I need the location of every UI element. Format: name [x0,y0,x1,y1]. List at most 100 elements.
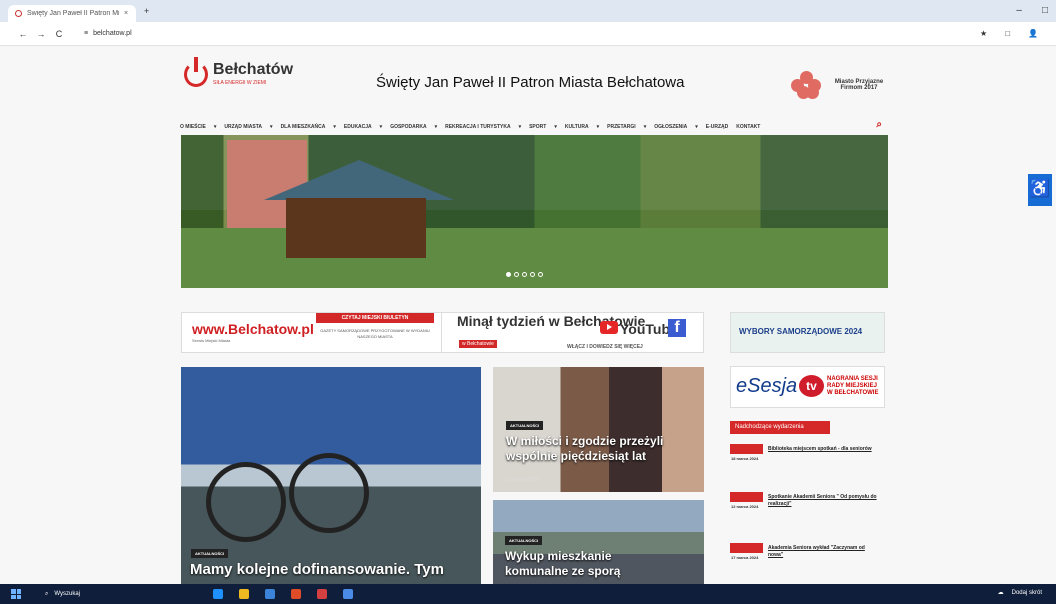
url-text: belchatow.pl [93,30,132,37]
windows-taskbar: ⌕ Wyszukaj ☁ Dodaj skrót [0,584,1056,604]
webpage: Bełchatów SIŁA ENERGII W ZIEMI Święty Ja… [0,46,1056,584]
belchatow-banner[interactable]: www.Belchatow.pl Serwis Miejski Miasta C… [181,312,444,353]
forward-button[interactable]: → [32,29,50,39]
event-item[interactable]: 17 marca 2024 Akademia Seniora wykład "Z… [730,538,885,578]
taskbar-search[interactable]: ⌕ Wyszukaj [45,591,80,598]
event-title[interactable]: Spotkanie Akademii Seniora " Od pomysłu … [768,494,881,508]
site-header: Bełchatów SIŁA ENERGII W ZIEMI Święty Ja… [180,46,888,130]
elections-banner[interactable]: WYBORY SAMORZĄDOWE 2024 [730,312,885,353]
nav-kontakt[interactable]: KONTAKT [736,124,760,130]
nav-sport[interactable]: SPORT [529,124,546,130]
back-button[interactable]: ← [14,29,32,39]
site-info-icon[interactable]: ≡ [84,30,88,37]
flower-logo-icon [791,71,823,99]
event-item[interactable]: 18 marca 2024 Biblioteka miejscem spotka… [730,439,885,479]
event-item[interactable]: 12 marca 2024 Spotkanie Akademii Seniora… [730,487,885,527]
browser-tab[interactable]: Święty Jan Paweł II Patron Miasta Bełcha… [8,5,136,22]
maximize-button[interactable]: □ [1042,5,1048,16]
app-icon[interactable] [213,589,223,599]
nav-o-miescie[interactable]: O MIEŚCIE [180,124,206,130]
nav-dla-mieszkanca[interactable]: DLA MIESZKAŃCA [281,124,326,130]
slider-dot[interactable] [522,272,527,277]
new-tab-button[interactable]: + [144,6,149,16]
news-card[interactable]: AKTUALNOŚCI Mamy kolejne dofinansowanie.… [181,367,481,584]
logo-subtitle: SIŁA ENERGII W ZIEMI [213,80,267,86]
taskbar-search-label: Wyszukaj [54,591,80,597]
news-card[interactable]: AKTUALNOŚCI Wykup mieszkanie komunalne z… [493,500,704,584]
reload-button[interactable]: C [50,29,68,39]
esesja-banner[interactable]: eSesja tv NAGRANIA SESJI RADY MIEJSKIEJ … [730,366,885,408]
belchatow-logo[interactable]: Bełchatów SIŁA ENERGII W ZIEMI [184,57,294,87]
tray-label: Dodaj skrót [1011,589,1042,596]
hero-slider[interactable] [181,135,888,288]
nav-ogloszenia[interactable]: OGŁOSZENIA [654,124,687,130]
search-icon[interactable]: ⌕ [876,119,882,130]
calendar-icon [730,543,763,553]
calendar-icon [730,444,763,454]
news-cards: AKTUALNOŚCI Mamy kolejne dofinansowanie.… [181,367,704,584]
taskbar-apps [213,589,353,599]
slider-dots [506,272,543,277]
site-favicon-icon [15,10,22,17]
chevron-down-icon: ▾ [695,124,698,130]
folder-icon[interactable] [239,589,249,599]
news-title: W miłości i zgodzie przeżyli wspólnie pi… [506,434,664,463]
elections-title: WYBORY SAMORZĄDOWE 2024 [739,327,863,336]
nav-kultura[interactable]: KULTURA [565,124,589,130]
event-title[interactable]: Biblioteka miejscem spotkań - dla senior… [768,446,881,453]
profile-icon[interactable]: 👤 [1028,29,1038,38]
close-icon[interactable]: × [124,10,128,17]
url-field[interactable]: ≡ belchatow.pl [84,30,132,37]
news-card[interactable]: AKTUALNOŚCI W miłości i zgodzie przeżyli… [493,367,704,492]
chevron-down-icon: ▾ [434,124,438,130]
side-panel-icon[interactable]: □ [1005,29,1010,38]
address-bar-row: ← → C ≡ belchatow.pl ★ □ 👤 [0,22,1056,46]
minimize-button[interactable]: – [1016,5,1022,16]
chevron-down-icon: ▾ [596,124,600,130]
event-date: 18 marca 2024 [731,456,759,461]
bulletin-text: GAZETY SAMORZĄDOWE PRZYGOTOWANE W WYDANI… [320,328,430,339]
award-badge: Miasto Przyjazne Firmom 2017 [791,71,888,99]
event-title[interactable]: Akademia Seniora wykład "Zaczynam od now… [768,545,881,559]
news-category: AKTUALNOŚCI [505,536,543,545]
nav-edukacja[interactable]: EDUKACJA [344,124,372,130]
windows-start-button[interactable] [11,589,21,599]
upcoming-events: Nadchodzące wydarzenia 18 marca 2024 Bib… [730,421,885,584]
slider-dot[interactable] [506,272,511,277]
esesja-description: NAGRANIA SESJI RADY MIEJSKIEJ W BEŁCHATO… [827,376,879,396]
slider-dot[interactable] [530,272,535,277]
minal-tydzien-banner[interactable]: Minął tydzień w Bełchatowie w Bełchatowi… [441,312,704,353]
nav-e-urzad[interactable]: E-URZĄD [706,124,729,130]
gazebo-roof [264,160,454,200]
bookmark-icon[interactable]: ★ [980,29,987,38]
calendar-icon [730,492,763,502]
award-text: Miasto Przyjazne Firmom 2017 [834,79,884,91]
logo-title: Bełchatów [213,61,294,78]
chevron-down-icon: ▾ [213,124,217,130]
minal-call-to-action: WŁĄCZ I DOWIEDZ SIĘ WIĘCEJ [567,344,643,350]
nav-gospodarka[interactable]: GOSPODARKA [390,124,426,130]
power-logo-icon [184,57,208,87]
nav-przetargi[interactable]: PRZETARGI [607,124,636,130]
news-date: 19 marca 2024 [506,477,540,483]
news-category: AKTUALNOŚCI [191,549,229,558]
app-icon[interactable] [317,589,327,599]
app-icon[interactable] [343,589,353,599]
weather-icon[interactable]: ☁ [998,589,1004,596]
bike-wheel [289,453,369,533]
news-category: AKTUALNOŚCI [506,421,544,430]
edge-icon[interactable] [265,589,275,599]
nav-rekreacja[interactable]: REKREACJA I TURYSTYKA [445,124,510,130]
accessibility-icon[interactable]: ♿ [1028,174,1052,206]
nav-urzad-miasta[interactable]: URZĄD MIASTA [224,124,262,130]
slider-dot[interactable] [514,272,519,277]
news-title: Mamy kolejne dofinansowanie. Tym [190,561,444,578]
facebook-icon: f [668,319,686,337]
chevron-down-icon: ▾ [554,124,557,130]
slider-dot[interactable] [538,272,543,277]
event-date: 17 marca 2024 [731,555,759,560]
gazebo-structure [286,198,426,258]
chrome-icon[interactable] [291,589,301,599]
chevron-down-icon: ▾ [518,124,522,130]
minal-location: w Bełchatowie [459,340,497,348]
